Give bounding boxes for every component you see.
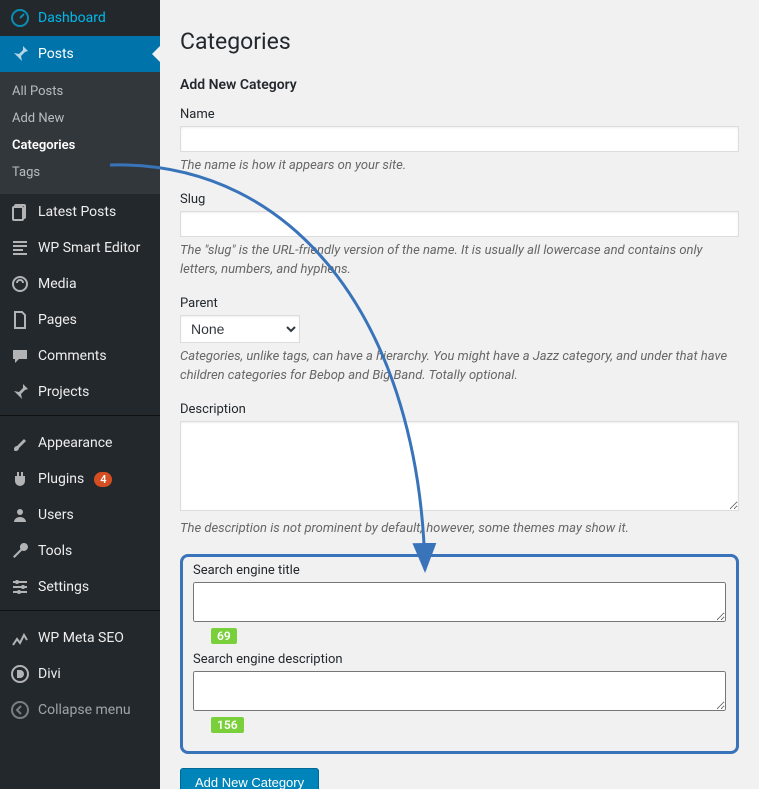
dashboard-icon — [10, 8, 30, 28]
menu-label: Divi — [38, 666, 61, 682]
seo-desc-count: 156 — [211, 717, 244, 733]
name-input[interactable] — [180, 126, 739, 152]
list-icon — [10, 238, 30, 258]
field-name: Name The name is how it appears on your … — [180, 107, 739, 176]
menu-label: Comments — [38, 348, 107, 364]
separator — [0, 415, 160, 420]
menu-collapse[interactable]: Collapse menu — [0, 692, 160, 728]
plugin-icon — [10, 469, 30, 489]
submenu-all-posts[interactable]: All Posts — [0, 78, 160, 105]
menu-label: WP Smart Editor — [38, 240, 140, 256]
menu-label: Posts — [38, 46, 74, 62]
divi-icon — [10, 664, 30, 684]
page-title: Categories — [180, 28, 739, 55]
field-parent: Parent None Categories, unlike tags, can… — [180, 296, 739, 386]
menu-latest-posts[interactable]: Latest Posts — [0, 194, 160, 230]
submenu-posts: All Posts Add New Categories Tags — [0, 72, 160, 194]
seo-title-label: Search engine title — [193, 563, 300, 578]
menu-label: Plugins — [38, 471, 84, 487]
menu-smart-editor[interactable]: WP Smart Editor — [0, 230, 160, 266]
menu-plugins[interactable]: Plugins 4 — [0, 461, 160, 497]
menu-label: Dashboard — [38, 10, 106, 26]
menu-posts[interactable]: Posts — [0, 36, 160, 72]
field-slug: Slug The "slug" is the URL-friendly vers… — [180, 192, 739, 280]
separator — [0, 610, 160, 615]
menu-appearance[interactable]: Appearance — [0, 425, 160, 461]
submit-button[interactable]: Add New Category — [180, 768, 319, 789]
seo-desc-textarea[interactable] — [193, 671, 726, 711]
slug-help: The "slug" is the URL-friendly version o… — [180, 241, 739, 280]
copy-icon — [10, 202, 30, 222]
sliders-icon — [10, 577, 30, 597]
seo-title-count: 69 — [211, 628, 237, 644]
field-description: Description The description is not promi… — [180, 402, 739, 539]
submenu-tags[interactable]: Tags — [0, 159, 160, 186]
comment-icon — [10, 346, 30, 366]
brush-icon — [10, 433, 30, 453]
submenu-add-new[interactable]: Add New — [0, 105, 160, 132]
menu-label: Users — [38, 507, 74, 523]
menu-projects[interactable]: Projects — [0, 374, 160, 410]
menu-label: WP Meta SEO — [38, 630, 124, 646]
seo-desc-label: Search engine description — [193, 652, 343, 667]
slug-input[interactable] — [180, 211, 739, 237]
slug-label: Slug — [180, 192, 739, 207]
description-textarea[interactable] — [180, 421, 739, 511]
page-icon — [10, 310, 30, 330]
menu-label: Pages — [38, 312, 77, 328]
submenu-categories[interactable]: Categories — [0, 132, 160, 159]
menu-settings[interactable]: Settings — [0, 569, 160, 605]
menu-meta-seo[interactable]: WP Meta SEO — [0, 620, 160, 656]
parent-label: Parent — [180, 296, 739, 311]
menu-pages[interactable]: Pages — [0, 302, 160, 338]
pin-icon — [10, 44, 30, 64]
pin-icon — [10, 382, 30, 402]
seo-title-textarea[interactable] — [193, 582, 726, 622]
menu-comments[interactable]: Comments — [0, 338, 160, 374]
seo-highlight-box: Search engine title 69 Search engine des… — [180, 554, 739, 754]
description-label: Description — [180, 402, 739, 417]
menu-label: Collapse menu — [38, 702, 131, 718]
menu-label: Appearance — [38, 435, 112, 451]
chart-icon — [10, 628, 30, 648]
menu-label: Media — [38, 276, 77, 292]
media-icon — [10, 274, 30, 294]
menu-dashboard[interactable]: Dashboard — [0, 0, 160, 36]
collapse-icon — [10, 700, 30, 720]
name-label: Name — [180, 107, 739, 122]
description-help: The description is not prominent by defa… — [180, 519, 739, 539]
update-badge: 4 — [94, 472, 112, 487]
main-content: Categories Add New Category Name The nam… — [160, 0, 759, 789]
admin-sidebar: Dashboard Posts All Posts Add New Catego… — [0, 0, 160, 789]
menu-label: Latest Posts — [38, 204, 116, 220]
menu-label: Settings — [38, 579, 89, 595]
name-help: The name is how it appears on your site. — [180, 156, 739, 176]
form-heading: Add New Category — [180, 77, 739, 93]
wrench-icon — [10, 541, 30, 561]
menu-label: Tools — [38, 543, 72, 559]
user-icon — [10, 505, 30, 525]
parent-select[interactable]: None — [180, 315, 300, 343]
menu-divi[interactable]: Divi — [0, 656, 160, 692]
menu-label: Projects — [38, 384, 89, 400]
menu-tools[interactable]: Tools — [0, 533, 160, 569]
parent-help: Categories, unlike tags, can have a hier… — [180, 347, 739, 386]
menu-media[interactable]: Media — [0, 266, 160, 302]
menu-users[interactable]: Users — [0, 497, 160, 533]
